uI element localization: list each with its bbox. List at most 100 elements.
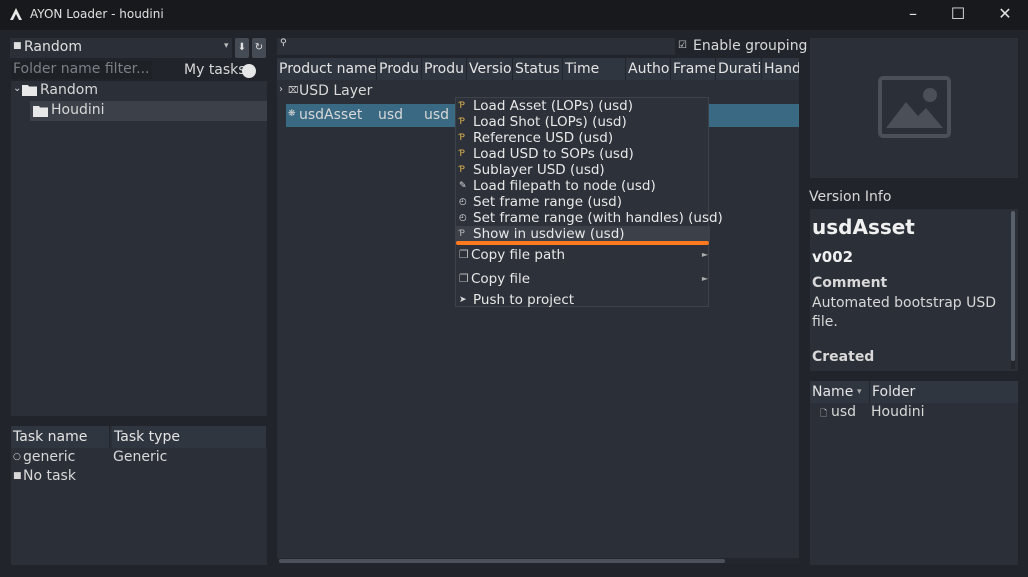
version-label: v002	[812, 248, 854, 266]
file-icon: 🗋	[820, 409, 828, 419]
chevron-down-icon: ▾	[224, 41, 229, 51]
folder-icon	[33, 105, 48, 121]
column-header[interactable]: Produ	[422, 58, 467, 80]
column-header[interactable]: Status	[513, 58, 563, 80]
ayon-logo-icon	[9, 7, 23, 21]
menu-item-copy-file[interactable]: ❐ Copy file ►	[456, 271, 710, 289]
representation-name: usd	[831, 404, 857, 420]
houdini-icon: Ƥ	[459, 149, 465, 159]
task-icon: ○	[13, 452, 21, 462]
houdini-icon: Ƥ	[459, 133, 465, 143]
menu-item-push-to-project[interactable]: ➤ Push to project	[456, 292, 710, 308]
link-icon: ✎	[459, 181, 467, 191]
tree-item-random[interactable]: ⌄ Random	[11, 81, 267, 101]
context-menu: Ƥ Load Asset (LOPs) (usd) Ƥ Load Shot (LOP…	[455, 97, 723, 308]
no-task-icon: ■	[13, 471, 22, 481]
product-family: usd	[424, 107, 450, 123]
project-name: Random	[24, 39, 82, 55]
tasks-table: Task name Task type ○ generic Generic ■ …	[11, 426, 267, 565]
menu-item-sublayer-usd[interactable]: Ƥ Sublayer USD (usd)	[456, 162, 710, 178]
highlight-underline	[456, 241, 709, 245]
houdini-icon: Ƥ	[459, 229, 465, 239]
set-context-button[interactable]: ⬇	[235, 38, 249, 58]
tree-item-label: Random	[40, 82, 98, 98]
menu-item-reference-usd[interactable]: Ƥ Reference USD (usd)	[456, 130, 710, 146]
thumbnail-panel	[810, 38, 1018, 178]
group-icon: ⌧	[288, 86, 299, 96]
column-header-name[interactable]: Name ▾	[810, 381, 870, 403]
column-header[interactable]: Produ	[377, 58, 422, 80]
table-row[interactable]: ■ No task	[11, 468, 267, 488]
table-row[interactable]: ○ generic Generic	[11, 448, 267, 468]
play-icon: ➤	[459, 295, 467, 305]
column-header[interactable]: Autho	[626, 58, 671, 80]
folder-icon	[22, 84, 37, 100]
product-icon: ❋	[288, 109, 296, 119]
copy-icon: ❐	[459, 272, 469, 285]
scrollbar-thumb[interactable]	[279, 559, 725, 563]
task-name: No task	[23, 468, 76, 484]
chevron-right-icon: ›	[279, 84, 283, 95]
chevron-down-icon: ⌄	[13, 83, 22, 94]
product-search-input[interactable]: ⚲	[277, 38, 675, 55]
task-name: generic	[23, 449, 76, 465]
tree-item-label: Houdini	[51, 102, 105, 118]
comment-label: Comment	[812, 275, 888, 291]
enable-grouping-checkbox[interactable]: ☑	[678, 40, 687, 51]
arrow-down-icon: ⬇	[237, 42, 247, 53]
column-header[interactable]: Time	[563, 58, 626, 80]
maximize-button[interactable]: ☐	[935, 0, 981, 30]
close-button[interactable]: ✕	[982, 0, 1028, 30]
product-title: usdAsset	[812, 215, 915, 239]
project-icon: ■	[13, 41, 22, 51]
menu-item-show-in-usdview[interactable]: Ƥ Show in usdview (usd)	[456, 226, 710, 242]
column-header-folder[interactable]: Folder	[870, 381, 1018, 403]
column-header[interactable]: Frame	[671, 58, 716, 80]
representation-folder: Houdini	[871, 404, 925, 420]
menu-item-copy-file-path[interactable]: ❐ Copy file path ►	[456, 247, 710, 265]
task-type: Generic	[113, 449, 168, 465]
loader-window: AYON Loader - houdini – ☐ ✕ ■ Random ▾ ⬇…	[0, 0, 1028, 577]
refresh-button[interactable]: ↻	[252, 38, 266, 58]
sort-icon: ▾	[857, 387, 862, 397]
column-header[interactable]: Versio	[467, 58, 513, 80]
my-tasks-label: My tasks	[184, 62, 246, 78]
product-name: usdAsset	[299, 107, 363, 123]
clock-icon: ◴	[459, 213, 467, 223]
folder-filter-input[interactable]: Folder name filter...	[11, 61, 152, 79]
column-header[interactable]: Hand	[762, 58, 799, 80]
tree-item-houdini[interactable]: Houdini	[30, 101, 267, 121]
table-row[interactable]: 🗋 usd Houdini	[810, 403, 1018, 423]
column-header-task-name[interactable]: Task name	[11, 426, 110, 448]
scrollbar-thumb[interactable]	[1011, 211, 1015, 361]
houdini-icon: Ƥ	[459, 101, 465, 111]
project-selector[interactable]: ■ Random ▾	[10, 38, 232, 58]
created-label: Created	[812, 349, 875, 365]
representations-table: Name ▾ Folder 🗋 usd Houdini	[810, 381, 1018, 565]
column-header[interactable]: Product name	[277, 58, 377, 80]
image-placeholder-icon	[878, 76, 951, 142]
menu-item-load-asset-lops[interactable]: Ƥ Load Asset (LOPs) (usd)	[456, 98, 710, 114]
horizontal-scrollbar[interactable]	[277, 558, 799, 564]
houdini-icon: Ƥ	[459, 165, 465, 175]
menu-item-load-shot-lops[interactable]: Ƥ Load Shot (LOPs) (usd)	[456, 114, 710, 130]
menu-item-set-frame-range[interactable]: ◴ Set frame range (usd)	[456, 194, 710, 210]
my-tasks-toggle[interactable]	[242, 64, 256, 78]
product-type: usd	[378, 107, 404, 123]
minimize-button[interactable]: –	[890, 0, 936, 30]
chevron-right-icon: ►	[701, 250, 708, 259]
column-header-task-type[interactable]: Task type	[112, 426, 267, 448]
chevron-right-icon: ►	[701, 274, 708, 283]
houdini-icon: Ƥ	[459, 117, 465, 127]
column-header[interactable]: Durati	[716, 58, 762, 80]
menu-item-load-filepath-to-node[interactable]: ✎ Load filepath to node (usd)	[456, 178, 710, 194]
version-info-label: Version Info	[809, 189, 892, 205]
menu-item-set-frame-range-handles[interactable]: ◴ Set frame range (with handles) (usd)	[456, 210, 723, 226]
version-info-panel: usdAsset v002 Comment Automated bootstra…	[810, 209, 1018, 371]
vertical-scrollbar[interactable]	[1011, 211, 1015, 369]
menu-item-load-usd-to-sops[interactable]: Ƥ Load USD to SOPs (usd)	[456, 146, 710, 162]
window-title: AYON Loader - houdini	[30, 7, 164, 21]
comment-text: Automated bootstrap USD file.	[812, 295, 997, 330]
copy-icon: ❐	[459, 248, 469, 261]
refresh-icon: ↻	[254, 42, 264, 53]
